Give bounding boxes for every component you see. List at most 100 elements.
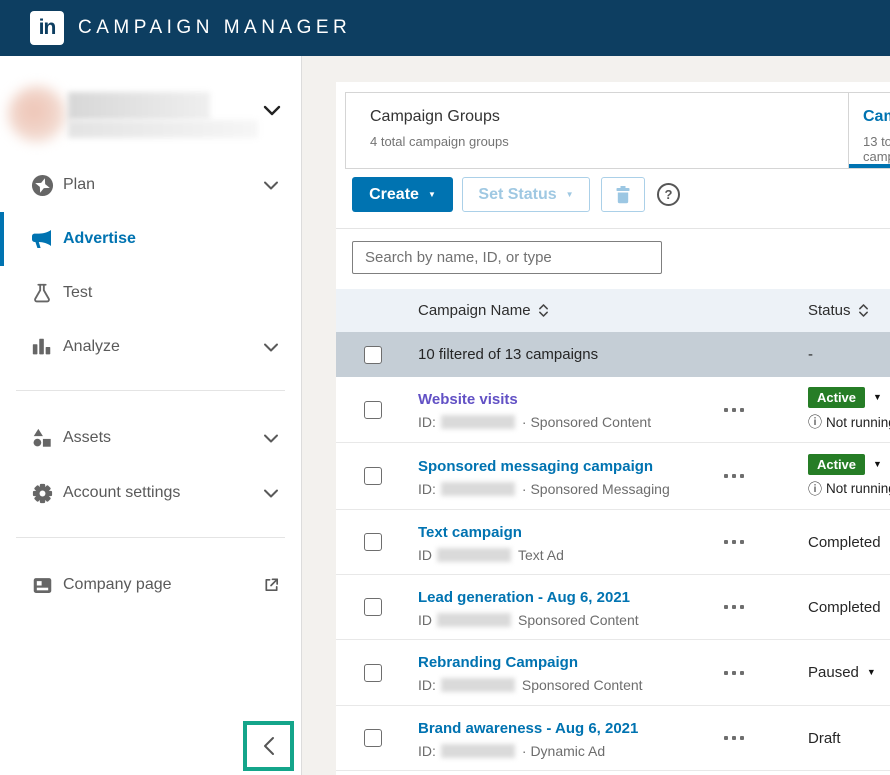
caret-down-icon: ▼ (873, 393, 882, 402)
status-note: ⓘ Not running (808, 412, 890, 432)
sort-icon (538, 303, 549, 318)
entity-tabs: Campaign Groups 4 total campaign groups … (345, 92, 890, 169)
app-title: CAMPAIGN MANAGER (78, 0, 351, 56)
campaign-name-link[interactable]: Sponsored messaging campaign (418, 458, 653, 475)
row-checkbox[interactable] (364, 467, 382, 485)
column-label: Status (808, 302, 851, 319)
sidebar-item-analyze[interactable]: Analyze (0, 320, 302, 374)
status-dropdown[interactable]: Paused ▼ (808, 664, 890, 681)
set-status-button-label: Set Status (478, 186, 556, 204)
sidebar-item-test[interactable]: Test (0, 266, 302, 320)
sidebar-collapse-button[interactable] (262, 736, 276, 756)
sidebar-item-company-page[interactable]: Company page (0, 558, 302, 612)
campaign-name-link[interactable]: Brand awareness - Aug 6, 2021 (418, 720, 638, 737)
flask-icon (30, 281, 54, 305)
bar-chart-icon (30, 335, 54, 359)
tab-campaign-groups[interactable]: Campaign Groups 4 total campaign groups (346, 93, 848, 168)
tab-campaigns[interactable]: Campaigns 13 total campaigns (848, 93, 890, 168)
chevron-down-icon (262, 484, 280, 502)
column-header-status[interactable]: Status (808, 302, 890, 319)
sidebar-item-advertise[interactable]: Advertise (0, 212, 302, 266)
sidebar: Plan Advertise Test Analyze (0, 56, 302, 775)
shapes-icon (30, 426, 54, 450)
campaign-meta: ID:· Dynamic Ad (418, 743, 698, 759)
status-badge: Active (808, 387, 865, 408)
campaign-name-link[interactable]: Rebranding Campaign (418, 654, 578, 671)
chevron-down-icon (262, 338, 280, 356)
set-status-button[interactable]: Set Status ▼ (462, 177, 590, 212)
company-page-icon (30, 573, 54, 597)
caret-down-icon: ▼ (428, 191, 436, 199)
search-input[interactable] (352, 241, 662, 274)
account-name-redacted (68, 92, 210, 120)
help-button[interactable]: ? (657, 183, 680, 206)
status-dropdown[interactable]: Active ▼ (808, 454, 890, 475)
megaphone-icon (30, 227, 54, 251)
row-menu-button[interactable] (698, 474, 808, 478)
sidebar-item-account-settings[interactable]: Account settings (0, 466, 302, 520)
campaign-meta: ID:Sponsored Content (418, 677, 698, 693)
campaign-name-link[interactable]: Website visits (418, 391, 518, 408)
caret-down-icon: ▼ (566, 191, 574, 199)
row-checkbox[interactable] (364, 533, 382, 551)
row-checkbox[interactable] (364, 729, 382, 747)
campaign-meta: ID:· Sponsored Content (418, 414, 698, 430)
caret-down-icon: ▼ (867, 668, 876, 677)
divider (336, 228, 890, 229)
sidebar-item-label: Analyze (63, 338, 120, 356)
top-header: in CAMPAIGN MANAGER (0, 0, 890, 56)
status-badge: Active (808, 454, 865, 475)
table-row: Lead generation - Aug 6, 2021 IDSponsore… (336, 575, 890, 640)
tab-subtitle: 4 total campaign groups (370, 134, 848, 149)
row-menu-button[interactable] (698, 605, 808, 609)
sidebar-divider (16, 390, 285, 391)
filter-summary-row: 10 filtered of 13 campaigns - (336, 332, 890, 377)
status-text: Paused (808, 664, 859, 681)
question-mark-icon: ? (665, 187, 673, 202)
campaign-meta: IDSponsored Content (418, 612, 698, 628)
campaign-id-redacted (441, 482, 515, 496)
campaign-meta: IDText Ad (418, 547, 698, 563)
row-checkbox[interactable] (364, 598, 382, 616)
status-dropdown[interactable]: Active ▼ (808, 387, 890, 408)
column-header-campaign-name[interactable]: Campaign Name (418, 302, 698, 319)
row-menu-button[interactable] (698, 671, 808, 675)
sidebar-item-plan[interactable]: Plan (0, 158, 302, 212)
avatar (8, 86, 66, 142)
table-row: Rebranding Campaign ID:Sponsored Content… (336, 640, 890, 706)
tab-title: Campaign Groups (370, 108, 848, 126)
table-header: Campaign Name Status (336, 289, 890, 332)
tab-subtitle: 13 total campaigns (863, 134, 890, 164)
campaign-manager-app: in CAMPAIGN MANAGER Plan Adv (0, 0, 890, 775)
caret-down-icon: ▼ (873, 460, 882, 469)
compass-icon (30, 173, 54, 197)
trash-icon (614, 185, 632, 204)
status-text: Completed (808, 534, 890, 551)
row-menu-button[interactable] (698, 736, 808, 740)
row-checkbox[interactable] (364, 401, 382, 419)
sort-icon (858, 303, 869, 318)
campaign-name-link[interactable]: Lead generation - Aug 6, 2021 (418, 589, 630, 606)
sidebar-divider (16, 537, 285, 538)
sidebar-item-assets[interactable]: Assets (0, 411, 302, 465)
chevron-down-icon (262, 429, 280, 447)
row-checkbox[interactable] (364, 664, 382, 682)
row-menu-button[interactable] (698, 540, 808, 544)
campaign-meta: ID:· Sponsored Messaging (418, 481, 698, 497)
delete-button[interactable] (601, 177, 645, 212)
chevron-left-icon (262, 736, 276, 756)
campaign-id-redacted (441, 415, 515, 429)
create-button[interactable]: Create ▼ (352, 177, 453, 212)
filter-summary-text: 10 filtered of 13 campaigns (418, 346, 698, 363)
select-all-checkbox[interactable] (364, 346, 382, 364)
tab-title: Campaigns (863, 108, 890, 126)
sidebar-item-label: Plan (63, 176, 95, 194)
campaign-id-redacted (437, 613, 511, 627)
sidebar-item-label: Account settings (63, 484, 180, 502)
campaign-name-link[interactable]: Text campaign (418, 524, 522, 541)
row-menu-button[interactable] (698, 408, 808, 412)
create-button-label: Create (369, 186, 419, 204)
active-tab-indicator (849, 164, 890, 168)
sidebar-item-label: Advertise (63, 230, 136, 248)
gear-icon (30, 481, 54, 505)
